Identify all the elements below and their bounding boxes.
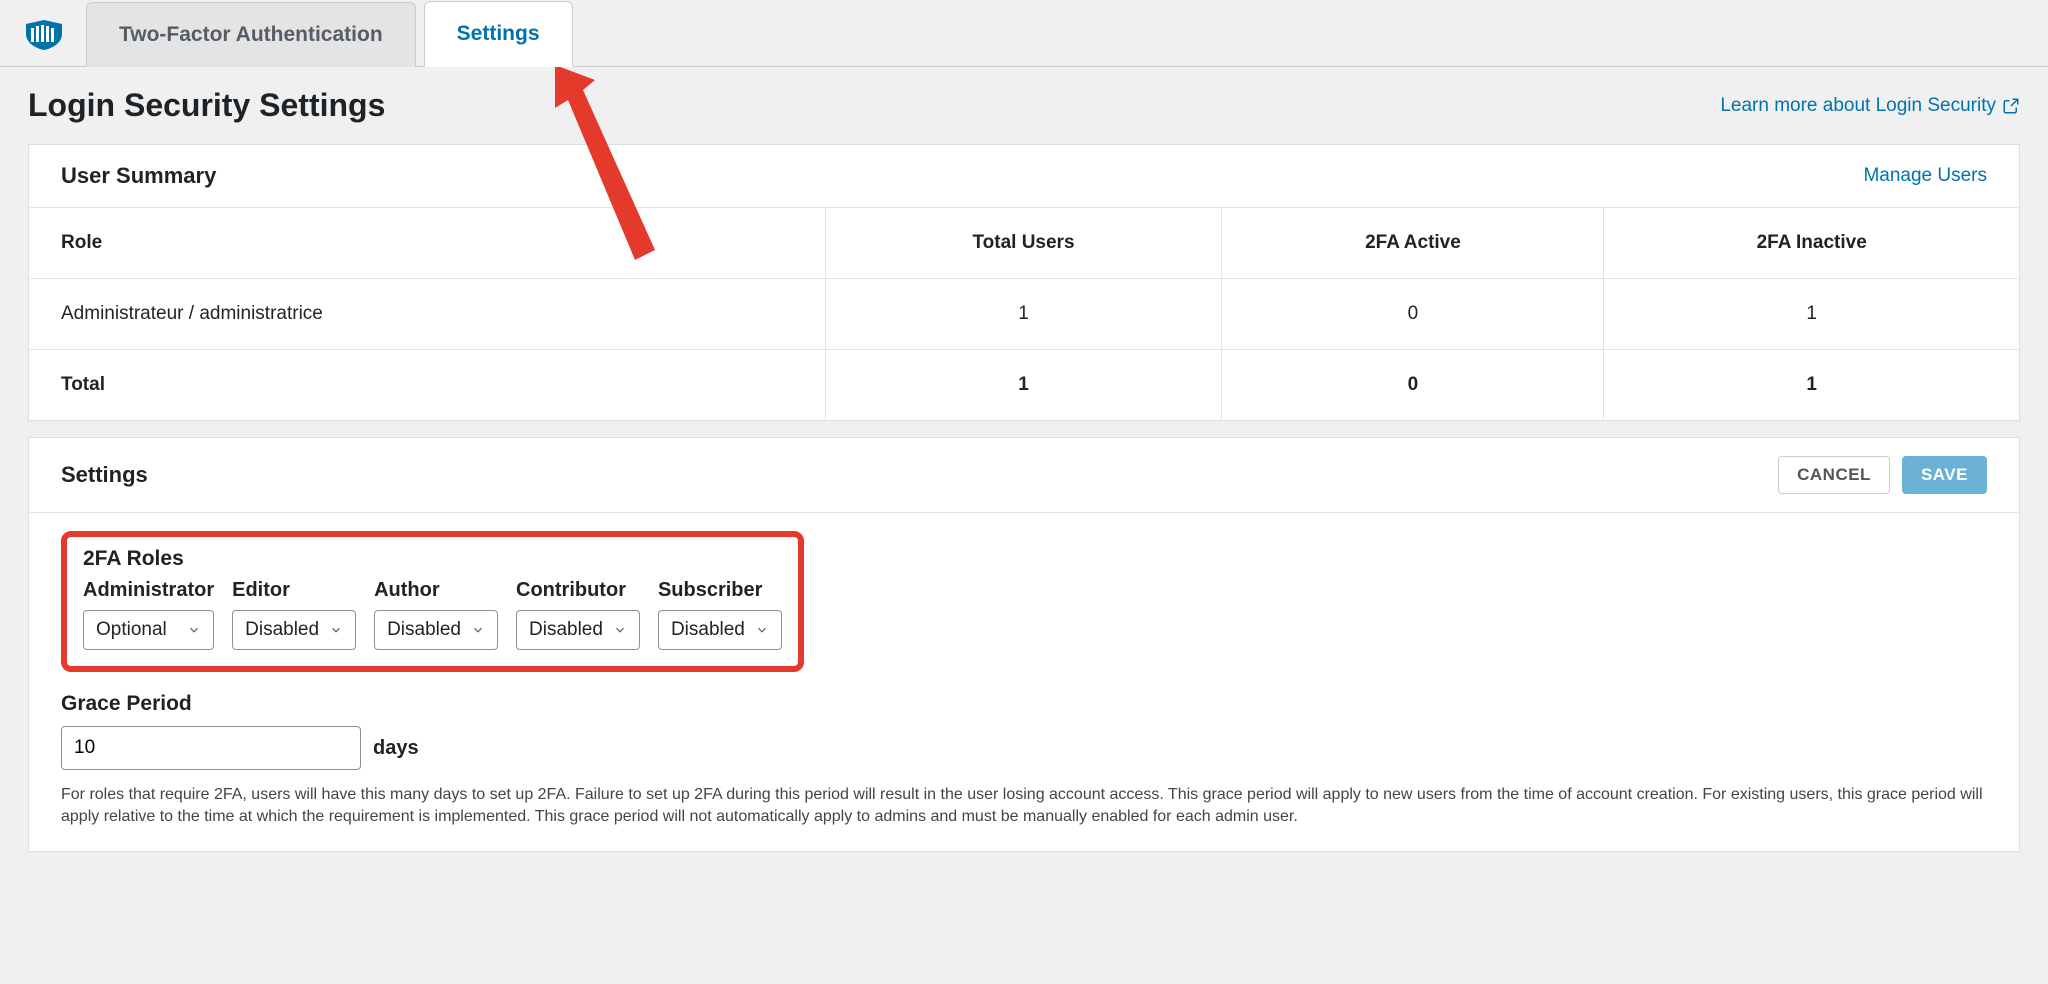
- role-author-label: Author: [374, 579, 498, 602]
- external-link-icon: [2002, 97, 2020, 115]
- col-total: Total Users: [825, 208, 1222, 279]
- table-row: Administrateur / administratrice 1 0 1: [29, 279, 2019, 350]
- page-title: Login Security Settings: [28, 87, 385, 124]
- chevron-down-icon: [755, 623, 769, 637]
- role-author-select[interactable]: Disabled: [374, 610, 498, 650]
- tab-two-factor[interactable]: Two-Factor Authentication: [86, 2, 416, 67]
- chevron-down-icon: [329, 623, 343, 637]
- settings-panel: Settings CANCEL SAVE 2FA Roles Administr…: [28, 437, 2020, 852]
- manage-users-link[interactable]: Manage Users: [1863, 165, 1987, 187]
- role-contributor-value: Disabled: [529, 619, 603, 641]
- grace-period-input[interactable]: [61, 726, 361, 770]
- role-editor-select[interactable]: Disabled: [232, 610, 356, 650]
- 2fa-roles-label: 2FA Roles: [83, 547, 782, 571]
- learn-more-link[interactable]: Learn more about Login Security: [1720, 95, 2020, 117]
- role-admin-value: Optional: [96, 619, 167, 641]
- cancel-button[interactable]: CANCEL: [1778, 456, 1890, 494]
- roles-highlight-box: 2FA Roles Administrator Optional Editor …: [61, 531, 804, 672]
- wordfence-logo-icon: [24, 20, 64, 50]
- save-button[interactable]: SAVE: [1902, 456, 1987, 494]
- col-inactive: 2FA Inactive: [1604, 208, 2019, 279]
- cell-total-total: 1: [825, 350, 1222, 421]
- title-row: Login Security Settings Learn more about…: [0, 67, 2048, 144]
- grace-period-label: Grace Period: [61, 692, 1987, 716]
- user-summary-table: Role Total Users 2FA Active 2FA Inactive…: [29, 208, 2019, 420]
- cell-total-label: Total: [29, 350, 825, 421]
- role-editor-label: Editor: [232, 579, 356, 602]
- cell-total-inactive: 1: [1604, 350, 2019, 421]
- grace-period-description: For roles that require 2FA, users will h…: [61, 784, 1987, 829]
- learn-more-text: Learn more about Login Security: [1720, 95, 1996, 117]
- role-contributor-label: Contributor: [516, 579, 640, 602]
- total-row: Total 1 0 1: [29, 350, 2019, 421]
- tab-settings[interactable]: Settings: [424, 1, 573, 67]
- role-subscriber-select[interactable]: Disabled: [658, 610, 782, 650]
- user-summary-title: User Summary: [61, 163, 216, 189]
- cell-total: 1: [825, 279, 1222, 350]
- chevron-down-icon: [471, 623, 485, 637]
- role-editor-value: Disabled: [245, 619, 319, 641]
- role-author-value: Disabled: [387, 619, 461, 641]
- cell-active: 0: [1222, 279, 1604, 350]
- role-subscriber-label: Subscriber: [658, 579, 782, 602]
- cell-role: Administrateur / administratrice: [29, 279, 825, 350]
- user-summary-panel: User Summary Manage Users Role Total Use…: [28, 144, 2020, 421]
- chevron-down-icon: [613, 623, 627, 637]
- cell-inactive: 1: [1604, 279, 2019, 350]
- grace-period-suffix: days: [373, 737, 419, 760]
- role-admin-label: Administrator: [83, 579, 214, 602]
- col-role: Role: [29, 208, 825, 279]
- tabs-bar: Two-Factor Authentication Settings: [0, 0, 2048, 67]
- role-admin-select[interactable]: Optional: [83, 610, 214, 650]
- col-active: 2FA Active: [1222, 208, 1604, 279]
- settings-title: Settings: [61, 462, 148, 488]
- role-subscriber-value: Disabled: [671, 619, 745, 641]
- role-contributor-select[interactable]: Disabled: [516, 610, 640, 650]
- cell-total-active: 0: [1222, 350, 1604, 421]
- chevron-down-icon: [187, 623, 201, 637]
